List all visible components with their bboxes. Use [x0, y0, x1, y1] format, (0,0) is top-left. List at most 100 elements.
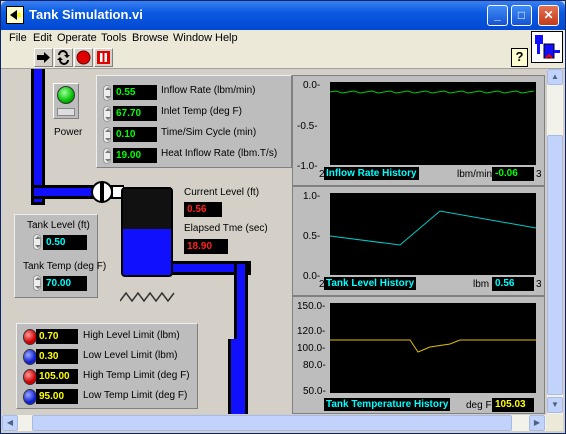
tank-temperature-current: 105.03	[492, 398, 534, 412]
heater-coil-icon	[120, 291, 175, 303]
elapsed-time-label: Elapsed Tme (sec)	[184, 223, 268, 234]
inflow-rate-increment[interactable]	[103, 85, 111, 101]
tank-temp-label: Tank Temp (deg F)	[23, 261, 107, 272]
tank-temperature-unit: deg F	[466, 400, 492, 411]
tank-level-graph-title: Tank Level History	[324, 277, 417, 290]
inflow-rate-input[interactable]: 0.55	[113, 85, 157, 100]
maximize-button[interactable]: □	[511, 5, 532, 26]
tank-level-increment[interactable]	[33, 234, 41, 250]
y-tick-label: -0.5-	[297, 121, 318, 132]
current-level-label: Current Level (ft)	[184, 187, 260, 198]
time-cycle-label: Time/Sim Cycle (min)	[161, 127, 257, 138]
time-cycle-increment[interactable]	[103, 127, 111, 143]
toolbar: ?	[1, 47, 565, 69]
low-temp-limit-value: 95.00	[36, 389, 78, 404]
inflow-rate-current: -0.06	[492, 167, 534, 181]
menu-tools[interactable]: Tools	[101, 32, 127, 44]
minimize-button[interactable]: _	[487, 5, 508, 26]
vi-connector-icon	[531, 31, 563, 63]
current-level-value: 0.56	[184, 202, 222, 217]
scroll-up-button[interactable]: ▲	[547, 69, 563, 85]
inlet-temp-input[interactable]: 67.70	[113, 106, 157, 121]
y-tick-label: 0.5-	[303, 231, 321, 242]
abort-icon	[76, 50, 91, 65]
scroll-down-button[interactable]: ▼	[547, 397, 563, 413]
pause-icon	[97, 51, 110, 64]
low-level-limit-value: 0.30	[36, 349, 78, 364]
time-cycle-input[interactable]: 0.10	[113, 127, 157, 142]
heat-inflow-input[interactable]: 19.00	[113, 148, 157, 163]
inflow-rate-unit: lbm/min	[457, 169, 493, 180]
vertical-scroll-thumb[interactable]	[547, 135, 563, 395]
y-tick-label: 100.0-	[297, 343, 326, 354]
tank-temp-input[interactable]: 70.00	[43, 276, 87, 291]
y-tick-label: 0.0-	[303, 80, 321, 91]
power-led	[57, 86, 75, 104]
tank-settings-box: Tank Level (ft) 0.50 Tank Temp (deg F) 7…	[14, 214, 106, 298]
menu-help[interactable]: Help	[215, 32, 238, 44]
menu-window[interactable]: Window	[173, 32, 212, 44]
run-continuous-button[interactable]	[54, 48, 73, 67]
title-bar[interactable]: Tank Simulation.vi _ □ ✕	[1, 1, 565, 30]
tank-temperature-graph-title: Tank Temperature History	[324, 398, 451, 411]
y-tick-label: 150.0-	[297, 301, 326, 312]
limits-box: 0.70 High Level Limit (lbm) 0.30 Low Lev…	[16, 323, 198, 409]
heat-inflow-increment[interactable]	[103, 148, 111, 164]
tank-temperature-trace	[330, 339, 536, 353]
high-temp-limit-label: High Temp Limit (deg F)	[83, 370, 190, 381]
run-button[interactable]	[34, 48, 53, 67]
tank-level-graph: 1.0- 0.5- 0.0- 2 Tank Level History lbm …	[292, 186, 545, 296]
inflow-rate-graph-title: Inflow Rate History	[324, 167, 419, 180]
high-level-limit-label: High Level Limit (lbm)	[83, 330, 180, 341]
y-tick-label: 0.0-	[303, 271, 321, 282]
x-tick-label: 3	[536, 169, 542, 180]
y-tick-label: 120.0-	[297, 326, 326, 337]
menu-browse[interactable]: Browse	[132, 32, 169, 44]
tank-level-input[interactable]: 0.50	[43, 235, 87, 250]
y-tick-label: 50.0-	[303, 386, 326, 397]
tank-empty-region	[123, 189, 171, 229]
app-window: Tank Simulation.vi _ □ ✕ File Edit Opera…	[0, 0, 566, 434]
tank-temperature-plot	[330, 303, 536, 393]
tank-temp-increment[interactable]	[33, 275, 41, 291]
heat-inflow-label: Heat Inflow Rate (lbm.T/s)	[161, 148, 278, 159]
y-tick-label: 1.0-	[303, 191, 321, 202]
high-temp-led	[23, 369, 37, 385]
elapsed-time-value: 18.90	[184, 239, 228, 254]
horizontal-scroll-thumb[interactable]	[32, 415, 512, 431]
window-title: Tank Simulation.vi	[29, 7, 143, 22]
y-tick-label: -1.0-	[297, 161, 318, 172]
tank-level-plot	[329, 193, 537, 275]
x-tick-label: 3	[536, 279, 542, 290]
inlet-temp-increment[interactable]	[103, 106, 111, 122]
tank-level-label: Tank Level (ft)	[27, 220, 90, 231]
scroll-right-button[interactable]: ▶	[529, 415, 545, 431]
menu-bar: File Edit Operate Tools Browse Window He…	[1, 30, 565, 47]
close-button[interactable]: ✕	[538, 5, 559, 26]
help-icon[interactable]: ?	[511, 48, 528, 67]
inflow-rate-trace	[329, 90, 535, 94]
low-level-led	[23, 349, 37, 365]
pause-button[interactable]	[94, 48, 113, 67]
power-label: Power	[54, 127, 83, 138]
tank-level-current: 0.56	[492, 277, 534, 291]
scroll-left-button[interactable]: ◀	[2, 415, 18, 431]
menu-edit[interactable]: Edit	[33, 32, 52, 44]
high-temp-limit-value: 105.00	[36, 369, 78, 384]
menu-operate[interactable]: Operate	[57, 32, 97, 44]
y-tick-label: 80.0-	[303, 360, 326, 371]
front-panel: Power 0.55 Inflow Rate (lbm/min) 67.70 I…	[2, 69, 545, 414]
inflow-rate-label: Inflow Rate (lbm/min)	[161, 85, 256, 96]
vertical-scrollbar[interactable]: ▲ ▼	[546, 69, 563, 414]
menu-file[interactable]: File	[9, 32, 27, 44]
horizontal-scrollbar[interactable]: ◀ ▶	[2, 414, 546, 431]
power-switch[interactable]	[53, 83, 79, 119]
abort-button[interactable]	[74, 48, 93, 67]
inlet-temp-label: Inlet Temp (deg F)	[161, 106, 242, 117]
inflow-rate-plot	[329, 82, 536, 165]
tank	[121, 187, 173, 277]
labview-icon	[6, 6, 24, 24]
input-controls-box: 0.55 Inflow Rate (lbm/min) 67.70 Inlet T…	[96, 75, 292, 168]
resize-grip[interactable]	[546, 414, 563, 431]
low-level-limit-label: Low Level Limit (lbm)	[83, 350, 178, 361]
